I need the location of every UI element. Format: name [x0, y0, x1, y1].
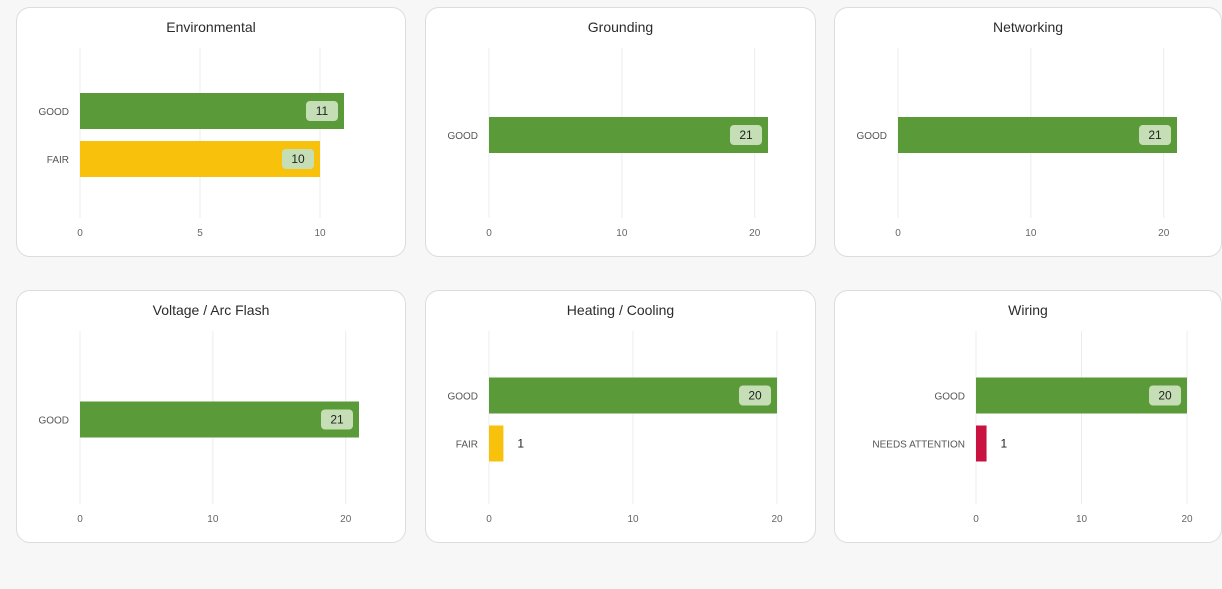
category-label: GOOD: [856, 131, 887, 142]
category-label: GOOD: [447, 131, 478, 142]
x-tick-label: 10: [627, 514, 639, 525]
x-tick-label: 10: [314, 228, 326, 239]
bar-good[interactable]: [80, 401, 359, 438]
x-tick-label: 20: [749, 228, 761, 239]
bar-good[interactable]: [80, 93, 344, 129]
bar-chart: 0 5 10 GOOD 11 FAIR 10: [38, 48, 344, 239]
x-tick-label: 0: [895, 228, 901, 239]
bar-chart: 0 10 20 GOOD 20 FAIR 1: [447, 331, 783, 525]
x-tick-label: 20: [1158, 228, 1170, 239]
data-label: 21: [1148, 128, 1162, 142]
chart-card-heating-cooling: Heating / Cooling 0 10 20 GOOD 20 FAIR 1: [425, 290, 816, 543]
x-tick-label: 0: [973, 514, 979, 525]
data-label: 1: [1001, 437, 1008, 451]
chart-card-wiring: Wiring 0 10 20 GOOD 20 NEEDS ATTENTION 1: [834, 290, 1222, 543]
x-tick-label: 10: [207, 514, 219, 525]
chart-card-voltage-arc-flash: Voltage / Arc Flash 0 10 20 GOOD 21: [16, 290, 406, 543]
data-label: 20: [1158, 389, 1172, 403]
category-label: GOOD: [934, 392, 965, 403]
bar-chart: 0 10 20 GOOD 21: [447, 48, 768, 239]
data-label: 20: [748, 389, 762, 403]
data-label: 21: [330, 413, 344, 427]
bar-good[interactable]: [489, 377, 777, 414]
x-tick-label: 10: [1025, 228, 1037, 239]
x-tick-label: 20: [771, 514, 783, 525]
category-label: GOOD: [38, 416, 69, 427]
chart-card-grounding: Grounding 0 10 20 GOOD 21: [425, 7, 816, 257]
category-label: GOOD: [38, 107, 69, 118]
bar-fair[interactable]: [489, 425, 504, 462]
bar-good[interactable]: [489, 117, 768, 153]
x-tick-label: 20: [1181, 514, 1193, 525]
bar-chart: 0 10 20 GOOD 21: [38, 331, 359, 525]
x-tick-label: 10: [1076, 514, 1088, 525]
x-tick-label: 20: [340, 514, 352, 525]
data-label: 10: [291, 152, 305, 166]
data-label: 11: [316, 104, 329, 118]
x-tick-label: 0: [486, 228, 492, 239]
chart-card-networking: Networking 0 10 20 GOOD 21: [834, 7, 1222, 257]
chart-card-environmental: Environmental 0 5 10 GOOD 11 FAIR 10: [16, 7, 406, 257]
data-label: 1: [517, 437, 524, 451]
x-tick-label: 0: [77, 228, 83, 239]
data-label: 21: [739, 128, 753, 142]
bar-chart: 0 10 20 GOOD 21: [856, 48, 1177, 239]
bar-good[interactable]: [898, 117, 1177, 153]
x-tick-label: 5: [197, 228, 203, 239]
category-label: FAIR: [456, 440, 478, 451]
x-tick-label: 0: [486, 514, 492, 525]
x-tick-label: 0: [77, 514, 83, 525]
x-tick-label: 10: [616, 228, 628, 239]
category-label: FAIR: [47, 155, 69, 166]
bar-needs-attention[interactable]: [976, 425, 987, 462]
category-label: GOOD: [447, 392, 478, 403]
bar-chart: 0 10 20 GOOD 20 NEEDS ATTENTION 1: [872, 331, 1193, 525]
category-label: NEEDS ATTENTION: [872, 440, 965, 451]
